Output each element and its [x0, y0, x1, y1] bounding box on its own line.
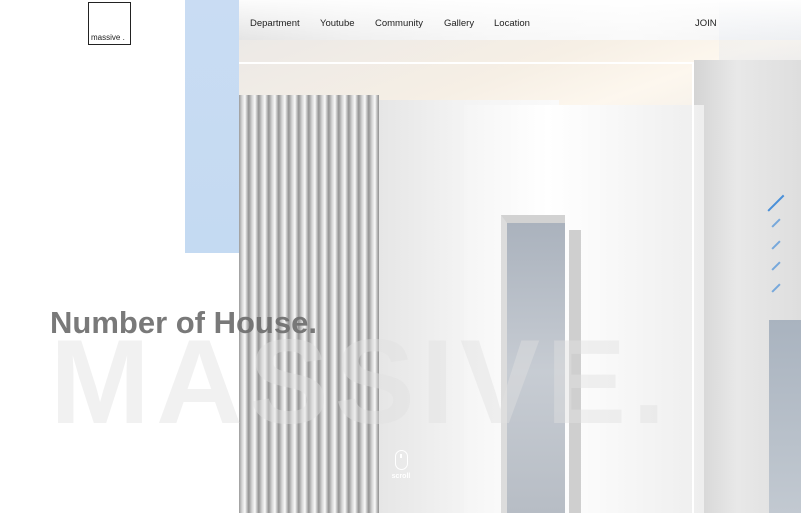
hero-right-window [769, 320, 801, 513]
nav-item-youtube[interactable]: Youtube [320, 18, 355, 29]
join-link[interactable]: JOIN [695, 18, 717, 29]
nav-item-department[interactable]: Department [250, 18, 300, 29]
pager-dash-2[interactable] [771, 218, 781, 228]
pager-dash-1[interactable] [767, 194, 785, 212]
hero-heading: Number of House. [50, 305, 317, 340]
pager-dash-4[interactable] [771, 261, 781, 271]
nav-item-gallery[interactable]: Gallery [444, 18, 474, 29]
hero-frame [239, 62, 694, 522]
scroll-indicator[interactable]: scroll [386, 448, 416, 488]
pager-dash-3[interactable] [771, 239, 781, 249]
slide-pager [766, 194, 792, 304]
logo-text: massive . [91, 33, 125, 42]
pager-dash-5[interactable] [771, 282, 781, 292]
logo[interactable]: massive . [88, 2, 131, 45]
scroll-label: scroll [391, 473, 411, 480]
mouse-icon [394, 450, 408, 470]
nav-item-location[interactable]: Location [494, 18, 530, 29]
nav-item-community[interactable]: Community [375, 18, 423, 29]
